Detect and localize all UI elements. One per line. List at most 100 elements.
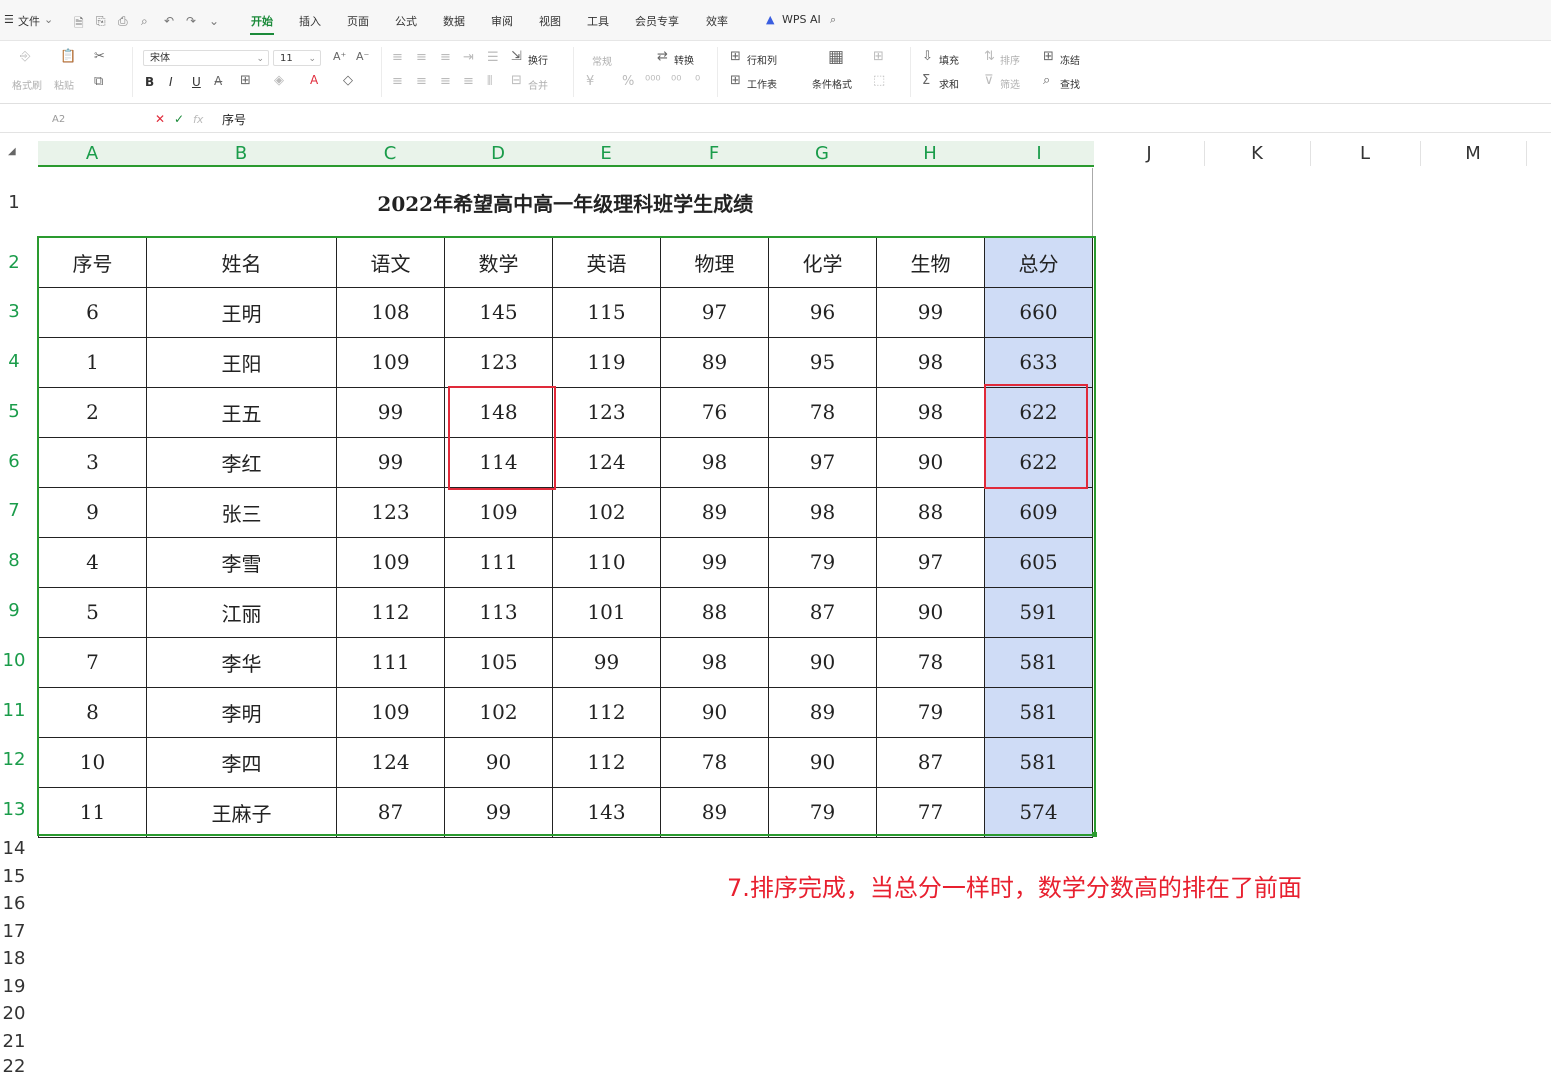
- align-middle-icon[interactable]: ≡: [416, 50, 427, 65]
- table-cell[interactable]: 114: [444, 436, 553, 488]
- sheet-title[interactable]: 2022年希望高中高一年级理科班学生成绩: [38, 168, 1093, 237]
- column-header-f[interactable]: F: [660, 141, 768, 166]
- row-header-15[interactable]: 15: [0, 866, 28, 887]
- paste-icon[interactable]: 📋: [60, 49, 76, 64]
- thousands-icon[interactable]: ⁰⁰⁰: [645, 74, 661, 89]
- table-cell[interactable]: 89: [660, 486, 769, 538]
- table-cell[interactable]: 574: [984, 786, 1093, 838]
- merge-icon[interactable]: ⊟: [511, 73, 522, 88]
- table-cell[interactable]: 李明: [146, 686, 337, 738]
- row-header-2[interactable]: 2: [0, 252, 28, 273]
- table-cell[interactable]: 622: [984, 436, 1093, 488]
- freeze-button[interactable]: 冻结: [1060, 52, 1080, 67]
- sum-button[interactable]: 求和: [939, 76, 959, 91]
- row-col-icon[interactable]: ⊞: [730, 49, 741, 64]
- column-header-i[interactable]: I: [984, 141, 1094, 166]
- table-cell[interactable]: 89: [660, 786, 769, 838]
- name-box[interactable]: A2: [52, 114, 65, 125]
- bold-button[interactable]: B: [145, 75, 154, 89]
- table-cell[interactable]: 90: [876, 436, 985, 488]
- table-cell[interactable]: 3: [38, 436, 147, 488]
- align-bottom-icon[interactable]: ≡: [440, 50, 451, 65]
- table-cell[interactable]: 7: [38, 636, 147, 688]
- column-icon[interactable]: ⫴: [487, 74, 492, 89]
- table-cell[interactable]: 5: [38, 586, 147, 638]
- table-cell[interactable]: 10: [38, 736, 147, 788]
- table-cell[interactable]: 109: [336, 336, 445, 388]
- table-cell[interactable]: 79: [768, 536, 877, 588]
- table-cell[interactable]: 622: [984, 386, 1093, 438]
- percent-icon[interactable]: %: [622, 74, 634, 89]
- worksheet-button[interactable]: 工作表: [747, 76, 777, 91]
- table-cell[interactable]: 112: [336, 586, 445, 638]
- strikethrough-icon[interactable]: A̶: [214, 74, 222, 88]
- table-cell[interactable]: 102: [552, 486, 661, 538]
- tab-home[interactable]: 开始: [251, 13, 273, 29]
- column-header-c[interactable]: C: [336, 141, 444, 166]
- align-right-icon[interactable]: ≡: [440, 74, 451, 89]
- table-cell[interactable]: 123: [552, 386, 661, 438]
- table-cell[interactable]: 112: [552, 736, 661, 788]
- align-center-icon[interactable]: ≡: [416, 74, 427, 89]
- undo-icon[interactable]: ↶: [164, 14, 174, 28]
- conditional-format-button[interactable]: 条件格式: [812, 76, 852, 91]
- fill-handle[interactable]: [1092, 832, 1097, 837]
- tab-page[interactable]: 页面: [347, 13, 369, 29]
- row-header-3[interactable]: 3: [0, 301, 28, 322]
- underline-button[interactable]: U: [192, 75, 201, 89]
- table-cell[interactable]: 90: [768, 636, 877, 688]
- table-cell[interactable]: 90: [876, 586, 985, 638]
- print-preview-icon[interactable]: ⌕: [141, 14, 148, 29]
- table-cell[interactable]: 97: [768, 436, 877, 488]
- table-cell[interactable]: 89: [660, 336, 769, 388]
- header-cell[interactable]: 总分: [984, 236, 1093, 288]
- table-cell[interactable]: 王阳: [146, 336, 337, 388]
- header-cell[interactable]: 化学: [768, 236, 877, 288]
- column-header-b[interactable]: B: [146, 141, 336, 166]
- sort-icon[interactable]: ⇅: [984, 49, 995, 64]
- table-cell[interactable]: 77: [876, 786, 985, 838]
- table-cell[interactable]: 88: [660, 586, 769, 638]
- font-color-icon[interactable]: A: [310, 73, 318, 87]
- find-icon[interactable]: ⌕: [1043, 73, 1050, 88]
- table-cell[interactable]: 99: [336, 386, 445, 438]
- row-col-button[interactable]: 行和列: [747, 52, 777, 67]
- cell-style-icon[interactable]: ⬚: [873, 73, 885, 88]
- table-cell[interactable]: 76: [660, 386, 769, 438]
- table-cell[interactable]: 李四: [146, 736, 337, 788]
- table-cell[interactable]: 98: [876, 386, 985, 438]
- convert-icon[interactable]: ⇄: [657, 49, 668, 64]
- table-cell[interactable]: 11: [38, 786, 147, 838]
- formula-input[interactable]: 序号: [222, 111, 246, 128]
- search-icon[interactable]: ⌕: [830, 13, 836, 27]
- tab-formula[interactable]: 公式: [395, 13, 417, 29]
- more-icon[interactable]: ⌄: [209, 14, 219, 28]
- table-cell[interactable]: 101: [552, 586, 661, 638]
- row-header-18[interactable]: 18: [0, 948, 28, 969]
- fill-button[interactable]: 填充: [939, 52, 959, 67]
- table-cell[interactable]: 145: [444, 286, 553, 338]
- decrease-font-icon[interactable]: A⁻: [356, 50, 369, 63]
- table-cell[interactable]: 79: [768, 786, 877, 838]
- table-cell[interactable]: 87: [336, 786, 445, 838]
- column-header-d[interactable]: D: [444, 141, 552, 166]
- print-icon[interactable]: ⎙: [118, 14, 128, 29]
- row-header-20[interactable]: 20: [0, 1003, 28, 1024]
- table-cell[interactable]: 111: [336, 636, 445, 688]
- sort-button[interactable]: 排序: [1000, 52, 1020, 67]
- table-cell[interactable]: 143: [552, 786, 661, 838]
- table-cell[interactable]: 78: [768, 386, 877, 438]
- table-cell[interactable]: 4: [38, 536, 147, 588]
- table-cell[interactable]: 111: [444, 536, 553, 588]
- header-cell[interactable]: 序号: [38, 236, 147, 288]
- tab-view[interactable]: 视图: [539, 13, 561, 29]
- table-cell[interactable]: 99: [660, 536, 769, 588]
- align-left-icon[interactable]: ≡: [392, 74, 403, 89]
- row-header-4[interactable]: 4: [0, 351, 28, 372]
- table-cell[interactable]: 581: [984, 636, 1093, 688]
- table-cell[interactable]: 110: [552, 536, 661, 588]
- justify-icon[interactable]: ≡: [463, 74, 474, 89]
- column-header-m[interactable]: M: [1420, 141, 1526, 166]
- row-header-7[interactable]: 7: [0, 500, 28, 521]
- table-cell[interactable]: 李红: [146, 436, 337, 488]
